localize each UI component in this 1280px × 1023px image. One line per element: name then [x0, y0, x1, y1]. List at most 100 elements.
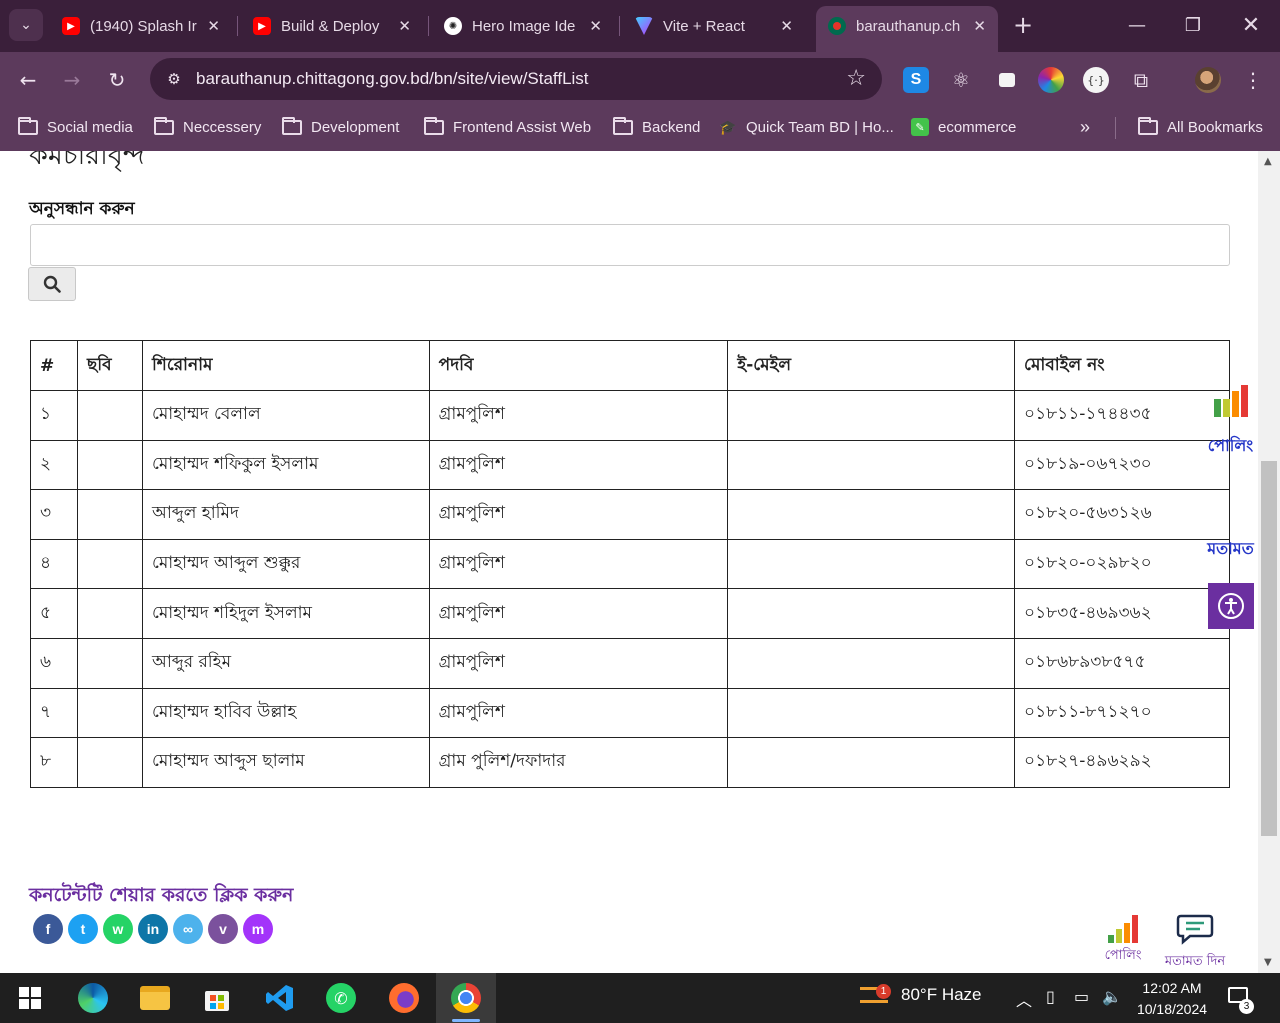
bookmarks-overflow-button[interactable]: » [1080, 107, 1090, 147]
cell-name: মোহাম্মদ শহিদুল ইসলাম [141, 588, 430, 639]
site-info-icon[interactable]: ⚙ [164, 69, 184, 89]
new-tab-button[interactable]: + [1010, 10, 1036, 40]
battery-icon[interactable]: ▯ [1046, 987, 1055, 1006]
chevron-down-icon: ⌄ [20, 17, 32, 33]
cell-mobile: ০১৮৩৫-৪৬৯৩৬২ [1014, 588, 1230, 639]
bookmark-link[interactable]: 🎓 Quick Team BD | Ho... [719, 107, 894, 147]
reload-icon[interactable]: ↻ [102, 65, 132, 95]
cell-photo [76, 538, 143, 590]
scroll-down-arrow-icon[interactable]: ▼ [1264, 957, 1272, 968]
bookmark-folder[interactable]: Frontend Assist Web [424, 107, 591, 147]
clock-date: 10/18/2024 [1136, 1001, 1208, 1017]
whatsapp-icon[interactable]: w [103, 914, 133, 944]
cell-email [727, 737, 1016, 788]
file-explorer-icon[interactable] [137, 980, 173, 1016]
react-devtools-icon[interactable]: ⚛ [948, 67, 974, 93]
search-button[interactable] [28, 267, 76, 301]
extensions-puzzle-icon[interactable]: ⧉ [1128, 67, 1154, 93]
back-icon[interactable]: ← [13, 65, 43, 95]
page-scrollbar[interactable]: ▲ ▼ [1258, 151, 1280, 973]
table-row: ৩ আব্দুল হামিদ গ্রামপুলিশ ০১৮২০-৫৬৩১২৬ [30, 489, 1230, 540]
firefox-icon[interactable] [386, 980, 422, 1016]
cell-designation: গ্রাম পুলিশ/দফাদার [428, 737, 729, 788]
cell-serial: ২ [30, 439, 78, 491]
browser-tab-active[interactable]: barauthanup.ch ✕ [816, 6, 998, 52]
cell-name: মোহাম্মদ বেলাল [141, 390, 430, 441]
vite-icon [635, 17, 653, 35]
bookmark-star-icon[interactable]: ☆ [846, 66, 866, 91]
scroll-thumb[interactable] [1261, 461, 1277, 836]
whatsapp-icon[interactable]: ✆ [323, 980, 359, 1016]
json-viewer-icon[interactable]: {·} [1083, 67, 1109, 93]
folder-icon [424, 116, 444, 135]
share-title: কনটেন্টটি শেয়ার করতে ক্লিক করুন [29, 884, 294, 906]
microsoft-store-icon[interactable] [199, 980, 235, 1016]
side-poll-button[interactable]: পোলিং [1203, 383, 1258, 460]
cell-mobile: ০১৮১১-১৭৪৪৩৫ [1014, 390, 1230, 441]
cell-name: আব্দুর রহিম [141, 637, 430, 689]
bookmark-link[interactable]: ✎ ecommerce [911, 107, 1016, 147]
cell-name: মোহাম্মদ আব্দুস ছালাম [141, 737, 430, 788]
color-picker-icon[interactable] [1038, 67, 1064, 93]
all-bookmarks-button[interactable]: All Bookmarks [1138, 107, 1263, 147]
menu-kebab-icon[interactable]: ⋮ [1240, 65, 1266, 95]
tray-chevron-up-icon[interactable]: ︿ [1016, 987, 1032, 1011]
close-tab-icon[interactable]: ✕ [398, 17, 411, 35]
cell-designation: গ্রামপুলিশ [428, 489, 729, 540]
search-label: অনুসন্ধান করুন [29, 199, 135, 219]
browser-tab[interactable]: Vite + React ✕ [623, 8, 805, 44]
table-row: ২ মোহাম্মদ শফিকুল ইসলাম গ্রামপুলিশ ০১৮১৯-০৬… [30, 439, 1230, 491]
bookmark-folder[interactable]: Development [282, 107, 399, 147]
cell-photo [76, 737, 143, 788]
chrome-icon[interactable] [448, 980, 484, 1016]
network-icon[interactable]: ▭ [1074, 987, 1089, 1006]
messenger-icon[interactable]: m [243, 914, 273, 944]
browser-tab[interactable]: ▶ Build & Deploy ✕ [241, 8, 423, 44]
tab-search-button[interactable]: ⌄ [9, 9, 43, 41]
cell-mobile: ০১৮২০-৫৬৩১২৬ [1014, 489, 1230, 540]
edge-icon[interactable] [75, 980, 111, 1016]
cell-email [727, 538, 1016, 590]
viber-icon[interactable]: v [208, 914, 238, 944]
cell-mobile: ০১৮১৯-০৬৭২৩০ [1014, 439, 1230, 491]
cell-designation: গ্রামপুলিশ [428, 687, 729, 739]
linkedin-icon[interactable]: in [138, 914, 168, 944]
cell-serial: ৭ [30, 687, 78, 739]
windows-start-icon[interactable] [12, 980, 48, 1016]
volume-icon[interactable]: 🔈 [1102, 987, 1122, 1006]
address-bar[interactable]: ⚙ barauthanup.chittagong.gov.bd/bn/site/… [150, 58, 882, 100]
copy-link-icon[interactable]: ∞ [173, 914, 203, 944]
bookmark-folder[interactable]: Backend [613, 107, 700, 147]
footer-poll-button[interactable]: পোলিং [1100, 913, 1146, 967]
twitter-icon[interactable]: t [68, 914, 98, 944]
close-tab-icon[interactable]: ✕ [973, 17, 986, 35]
side-opinion-button[interactable]: মতামত [1203, 536, 1258, 563]
bookmark-folder[interactable]: Social media [18, 107, 133, 147]
table-row: ১ মোহাম্মদ বেলাল গ্রামপুলিশ ০১৮১১-১৭৪৪৩৫ [30, 390, 1230, 441]
extension-s-icon[interactable]: S [903, 67, 929, 93]
profile-avatar[interactable] [1195, 67, 1221, 93]
scroll-up-arrow-icon[interactable]: ▲ [1264, 156, 1272, 167]
cell-email [727, 489, 1016, 540]
browser-tab[interactable]: ✺ Hero Image Ide ✕ [432, 8, 614, 44]
system-clock[interactable]: 12:02 AM 10/18/2024 [1124, 978, 1220, 1020]
close-tab-icon[interactable]: ✕ [780, 17, 793, 35]
close-tab-icon[interactable]: ✕ [589, 17, 602, 35]
browser-tab[interactable]: ▶ (1940) Splash Ir ✕ [50, 8, 232, 44]
extension-window-icon[interactable] [994, 67, 1020, 93]
close-tab-icon[interactable]: ✕ [207, 17, 220, 35]
forward-icon[interactable]: → [57, 65, 87, 95]
minimize-icon[interactable]: — [1122, 10, 1152, 40]
search-input[interactable] [30, 224, 1230, 266]
page-viewport: কর্মচারীবৃন্দ অনুসন্ধান করুন # ছবি শিরোন… [0, 151, 1258, 973]
bookmark-folder[interactable]: Neccessery [154, 107, 261, 147]
facebook-icon[interactable]: f [33, 914, 63, 944]
notification-center-icon[interactable]: 3 [1228, 987, 1254, 1014]
restore-icon[interactable]: ❐ [1178, 10, 1208, 40]
footer-opinion-button[interactable]: মতামত দিন [1160, 913, 1230, 973]
close-window-icon[interactable]: ✕ [1236, 10, 1266, 40]
windows-taskbar: ✆ 80°F Haze 1 ︿ ▯ ▭ 🔈 12:02 AM 10/18/202… [0, 973, 1280, 1023]
vscode-icon[interactable] [262, 980, 298, 1016]
accessibility-button[interactable] [1208, 583, 1254, 629]
cell-designation: গ্রামপুলিশ [428, 637, 729, 689]
